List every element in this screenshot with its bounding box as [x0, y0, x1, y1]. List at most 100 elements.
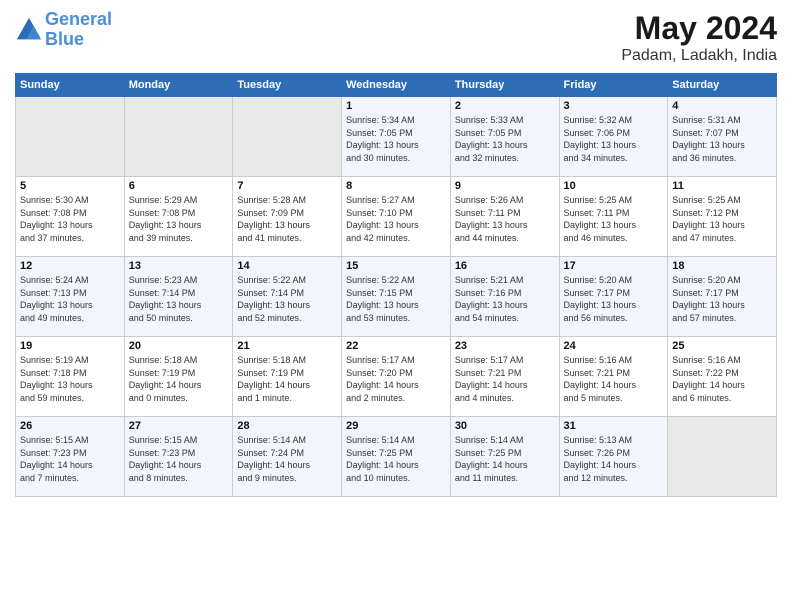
calendar-cell — [124, 97, 233, 177]
calendar-cell: 12 Sunrise: 5:24 AM Sunset: 7:13 PM Dayli… — [16, 257, 125, 337]
day-info: Sunrise: 5:30 AM Sunset: 7:08 PM Dayligh… — [20, 194, 120, 244]
page-header: General Blue May 2024 Padam, Ladakh, Ind… — [15, 10, 777, 65]
col-tuesday: Tuesday — [233, 74, 342, 97]
calendar-cell: 6 Sunrise: 5:29 AM Sunset: 7:08 PM Daylig… — [124, 177, 233, 257]
day-info: Sunrise: 5:21 AM Sunset: 7:16 PM Dayligh… — [455, 274, 555, 324]
day-number: 4 — [672, 100, 772, 112]
calendar-cell: 9Sunrise: 5:26 AM Sunset: 7:11 PM Daylig… — [450, 177, 559, 257]
location: Padam, Ladakh, India — [621, 47, 777, 65]
day-info: Sunrise: 5:20 AM Sunset: 7:17 PM Dayligh… — [564, 274, 664, 324]
day-number: 19 — [20, 340, 120, 352]
calendar-cell: 4Sunrise: 5:31 AM Sunset: 7:07 PM Daylig… — [668, 97, 777, 177]
calendar-cell: 1Sunrise: 5:34 AM Sunset: 7:05 PM Daylig… — [342, 97, 451, 177]
day-number: 12 — [20, 260, 120, 272]
calendar-cell: 24 Sunrise: 5:16 AM Sunset: 7:21 PM Dayli… — [559, 337, 668, 417]
calendar-cell: 2Sunrise: 5:33 AM Sunset: 7:05 PM Daylig… — [450, 97, 559, 177]
day-number: 15 — [346, 260, 446, 272]
calendar-cell: 13 Sunrise: 5:23 AM Sunset: 7:14 PM Dayli… — [124, 257, 233, 337]
calendar-cell: 5 Sunrise: 5:30 AM Sunset: 7:08 PM Daylig… — [16, 177, 125, 257]
day-number: 13 — [129, 260, 229, 272]
calendar-cell: 3Sunrise: 5:32 AM Sunset: 7:06 PM Daylig… — [559, 97, 668, 177]
month-title: May 2024 — [621, 10, 777, 47]
title-block: May 2024 Padam, Ladakh, India — [621, 10, 777, 65]
col-sunday: Sunday — [16, 74, 125, 97]
day-info: Sunrise: 5:16 AM Sunset: 7:22 PM Dayligh… — [672, 354, 772, 404]
day-info: Sunrise: 5:19 AM Sunset: 7:18 PM Dayligh… — [20, 354, 120, 404]
calendar-cell: 27 Sunrise: 5:15 AM Sunset: 7:23 PM Dayli… — [124, 417, 233, 497]
day-number: 27 — [129, 420, 229, 432]
day-info: Sunrise: 5:25 AM Sunset: 7:12 PM Dayligh… — [672, 194, 772, 244]
day-info: Sunrise: 5:15 AM Sunset: 7:23 PM Dayligh… — [20, 434, 120, 484]
day-number: 10 — [564, 180, 664, 192]
day-number: 11 — [672, 180, 772, 192]
day-info: Sunrise: 5:14 AM Sunset: 7:25 PM Dayligh… — [346, 434, 446, 484]
day-info: Sunrise: 5:32 AM Sunset: 7:06 PM Dayligh… — [564, 114, 664, 164]
calendar-cell: 25Sunrise: 5:16 AM Sunset: 7:22 PM Dayli… — [668, 337, 777, 417]
col-saturday: Saturday — [668, 74, 777, 97]
day-info: Sunrise: 5:13 AM Sunset: 7:26 PM Dayligh… — [564, 434, 664, 484]
day-info: Sunrise: 5:18 AM Sunset: 7:19 PM Dayligh… — [129, 354, 229, 404]
day-info: Sunrise: 5:14 AM Sunset: 7:24 PM Dayligh… — [237, 434, 337, 484]
col-monday: Monday — [124, 74, 233, 97]
calendar-cell: 29 Sunrise: 5:14 AM Sunset: 7:25 PM Dayli… — [342, 417, 451, 497]
day-number: 2 — [455, 100, 555, 112]
day-info: Sunrise: 5:20 AM Sunset: 7:17 PM Dayligh… — [672, 274, 772, 324]
col-thursday: Thursday — [450, 74, 559, 97]
day-number: 21 — [237, 340, 337, 352]
day-number: 17 — [564, 260, 664, 272]
day-info: Sunrise: 5:24 AM Sunset: 7:13 PM Dayligh… — [20, 274, 120, 324]
day-number: 24 — [564, 340, 664, 352]
page-container: General Blue May 2024 Padam, Ladakh, Ind… — [0, 0, 792, 507]
day-info: Sunrise: 5:18 AM Sunset: 7:19 PM Dayligh… — [237, 354, 337, 404]
day-number: 28 — [237, 420, 337, 432]
day-info: Sunrise: 5:15 AM Sunset: 7:23 PM Dayligh… — [129, 434, 229, 484]
calendar-cell: 10 Sunrise: 5:25 AM Sunset: 7:11 PM Dayli… — [559, 177, 668, 257]
day-number: 31 — [564, 420, 664, 432]
logo: General Blue — [15, 10, 112, 50]
logo-icon — [15, 16, 43, 44]
calendar-week-5: 26 Sunrise: 5:15 AM Sunset: 7:23 PM Dayli… — [16, 417, 777, 497]
day-info: Sunrise: 5:34 AM Sunset: 7:05 PM Dayligh… — [346, 114, 446, 164]
calendar-cell: 21 Sunrise: 5:18 AM Sunset: 7:19 PM Dayli… — [233, 337, 342, 417]
day-number: 6 — [129, 180, 229, 192]
day-number: 7 — [237, 180, 337, 192]
day-number: 16 — [455, 260, 555, 272]
day-number: 29 — [346, 420, 446, 432]
calendar-cell: 17 Sunrise: 5:20 AM Sunset: 7:17 PM Dayli… — [559, 257, 668, 337]
calendar-cell: 18 Sunrise: 5:20 AM Sunset: 7:17 PM Dayli… — [668, 257, 777, 337]
day-info: Sunrise: 5:22 AM Sunset: 7:14 PM Dayligh… — [237, 274, 337, 324]
col-wednesday: Wednesday — [342, 74, 451, 97]
calendar-cell: 28 Sunrise: 5:14 AM Sunset: 7:24 PM Dayli… — [233, 417, 342, 497]
calendar-cell: 22Sunrise: 5:17 AM Sunset: 7:20 PM Dayli… — [342, 337, 451, 417]
logo-text: General Blue — [45, 10, 112, 50]
day-number: 20 — [129, 340, 229, 352]
calendar-cell: 30Sunrise: 5:14 AM Sunset: 7:25 PM Dayli… — [450, 417, 559, 497]
calendar-cell: 19 Sunrise: 5:19 AM Sunset: 7:18 PM Dayli… — [16, 337, 125, 417]
day-number: 5 — [20, 180, 120, 192]
day-info: Sunrise: 5:29 AM Sunset: 7:08 PM Dayligh… — [129, 194, 229, 244]
day-number: 30 — [455, 420, 555, 432]
calendar-cell: 8Sunrise: 5:27 AM Sunset: 7:10 PM Daylig… — [342, 177, 451, 257]
day-number: 26 — [20, 420, 120, 432]
day-info: Sunrise: 5:28 AM Sunset: 7:09 PM Dayligh… — [237, 194, 337, 244]
calendar-cell: 16 Sunrise: 5:21 AM Sunset: 7:16 PM Dayli… — [450, 257, 559, 337]
day-info: Sunrise: 5:23 AM Sunset: 7:14 PM Dayligh… — [129, 274, 229, 324]
calendar-cell — [233, 97, 342, 177]
calendar-cell: 14 Sunrise: 5:22 AM Sunset: 7:14 PM Dayli… — [233, 257, 342, 337]
col-friday: Friday — [559, 74, 668, 97]
day-info: Sunrise: 5:25 AM Sunset: 7:11 PM Dayligh… — [564, 194, 664, 244]
calendar-cell: 26 Sunrise: 5:15 AM Sunset: 7:23 PM Dayli… — [16, 417, 125, 497]
day-info: Sunrise: 5:27 AM Sunset: 7:10 PM Dayligh… — [346, 194, 446, 244]
calendar-table: Sunday Monday Tuesday Wednesday Thursday… — [15, 73, 777, 497]
day-number: 9 — [455, 180, 555, 192]
day-info: Sunrise: 5:17 AM Sunset: 7:20 PM Dayligh… — [346, 354, 446, 404]
day-info: Sunrise: 5:17 AM Sunset: 7:21 PM Dayligh… — [455, 354, 555, 404]
day-number: 14 — [237, 260, 337, 272]
calendar-cell — [16, 97, 125, 177]
day-number: 18 — [672, 260, 772, 272]
calendar-cell — [668, 417, 777, 497]
day-info: Sunrise: 5:16 AM Sunset: 7:21 PM Dayligh… — [564, 354, 664, 404]
calendar-week-3: 12 Sunrise: 5:24 AM Sunset: 7:13 PM Dayli… — [16, 257, 777, 337]
calendar-cell: 7 Sunrise: 5:28 AM Sunset: 7:09 PM Daylig… — [233, 177, 342, 257]
day-number: 23 — [455, 340, 555, 352]
